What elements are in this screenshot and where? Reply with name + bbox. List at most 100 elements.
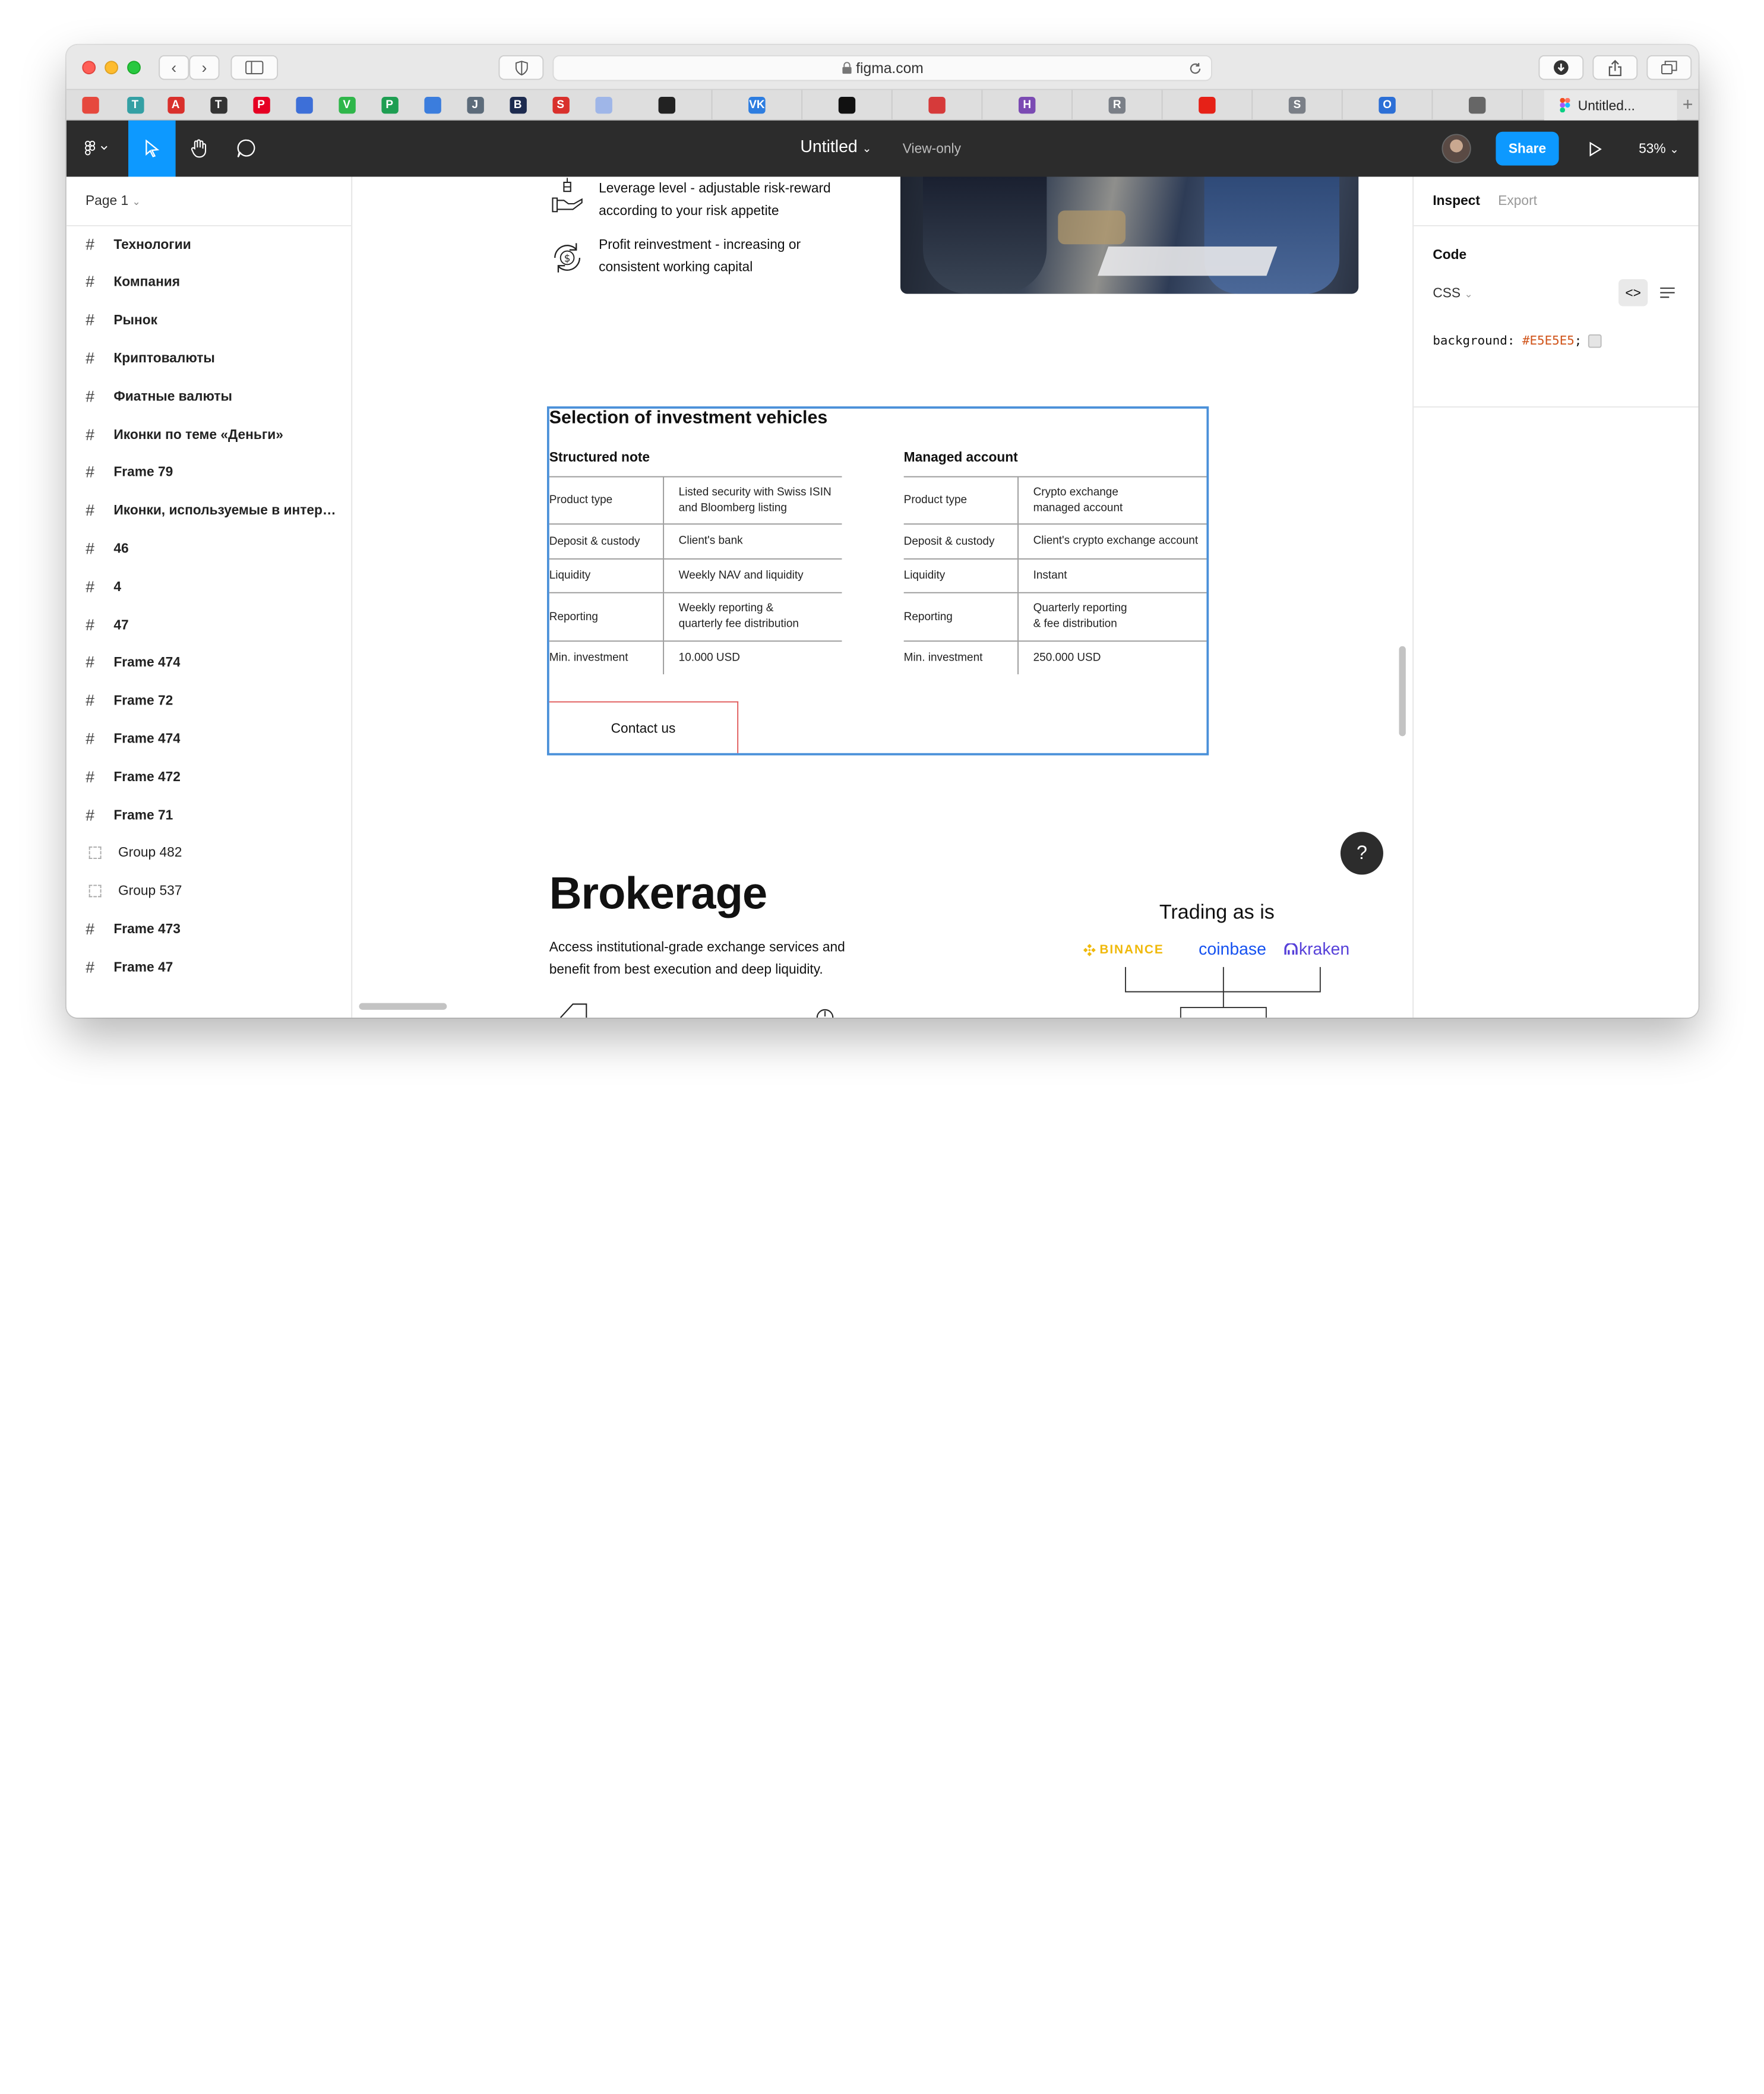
comment-tool-button[interactable] bbox=[223, 121, 270, 177]
move-tool-button[interactable] bbox=[128, 120, 176, 177]
file-title[interactable]: Untitled ⌄ bbox=[800, 137, 871, 156]
new-tab-button[interactable]: + bbox=[1677, 90, 1699, 121]
tab-inspect[interactable]: Inspect bbox=[1433, 192, 1480, 209]
main-menu-button[interactable] bbox=[67, 121, 128, 177]
layer-item[interactable]: # Иконки, используемые в интерф... bbox=[67, 491, 352, 529]
favorite-item[interactable] bbox=[78, 90, 103, 121]
help-button[interactable]: ? bbox=[1340, 832, 1383, 875]
back-button[interactable]: ‹ bbox=[159, 55, 189, 80]
favorite-item[interactable]: S bbox=[1253, 90, 1343, 121]
favorite-item[interactable] bbox=[420, 90, 445, 121]
trading-title: Trading as is bbox=[1159, 901, 1275, 923]
favorite-item[interactable]: J bbox=[463, 90, 488, 121]
layer-item[interactable]: # Frame 474 bbox=[67, 644, 352, 681]
layer-item[interactable]: # Frame 47 bbox=[67, 948, 352, 986]
layer-label: Frame 79 bbox=[113, 464, 173, 480]
tab-export[interactable]: Export bbox=[1498, 192, 1537, 209]
layer-item[interactable]: # Криптовалюты bbox=[67, 339, 352, 377]
address-bar[interactable]: figma.com bbox=[552, 55, 1212, 81]
layer-label: Frame 71 bbox=[113, 806, 173, 823]
layer-label: Фиатные валюты bbox=[113, 388, 232, 404]
favorite-item[interactable]: A bbox=[163, 90, 188, 121]
layer-item[interactable]: # Frame 72 bbox=[67, 682, 352, 719]
hand-tool-button[interactable] bbox=[176, 121, 223, 177]
favorite-item[interactable]: T bbox=[123, 90, 148, 121]
layer-item[interactable]: # Иконки по теме «Деньги» bbox=[67, 415, 352, 453]
layer-item[interactable]: # Frame 79 bbox=[67, 453, 352, 491]
favorite-item[interactable] bbox=[292, 90, 317, 121]
favorite-item[interactable]: P bbox=[377, 90, 402, 121]
layer-label: Иконки, используемые в интерф... bbox=[113, 502, 342, 518]
chrome-multicolor-icon bbox=[81, 96, 99, 114]
favorite-item[interactable] bbox=[591, 90, 616, 121]
chevron-down-icon: ⌄ bbox=[862, 143, 872, 156]
chevron-down-icon: ⌄ bbox=[1464, 288, 1473, 300]
present-button[interactable] bbox=[1571, 121, 1618, 177]
chevron-left-icon: ‹ bbox=[171, 58, 177, 77]
user-avatar[interactable] bbox=[1441, 134, 1471, 163]
privacy-shield-button[interactable] bbox=[498, 55, 544, 80]
value-line: Client's crypto exchange account bbox=[1033, 535, 1199, 547]
favorite-item[interactable] bbox=[1433, 90, 1523, 121]
selection-title: Selection of investment vehicles bbox=[549, 408, 828, 428]
favorite-item[interactable] bbox=[893, 90, 983, 121]
favorite-item[interactable]: O bbox=[1343, 90, 1433, 121]
layer-item[interactable]: # Фиатные валюты bbox=[67, 377, 352, 415]
favorite-item[interactable]: P bbox=[249, 90, 274, 121]
favorite-item[interactable]: VK bbox=[713, 90, 803, 121]
zoom-window-button[interactable] bbox=[127, 61, 141, 75]
layer-item[interactable]: # Компания bbox=[67, 263, 352, 301]
layer-item[interactable]: #46 bbox=[67, 529, 352, 567]
design-canvas[interactable]: Leverage level - adjustable risk-reward … bbox=[352, 176, 1413, 1018]
active-browser-tab[interactable]: Untitled... bbox=[1544, 90, 1677, 121]
code-section-title: Code bbox=[1433, 247, 1467, 263]
value-line: Weekly reporting & bbox=[678, 602, 774, 615]
favorite-item[interactable]: V bbox=[334, 90, 359, 121]
list-view-button[interactable] bbox=[1652, 279, 1681, 306]
table-row: Deposit & custody Client's bank bbox=[549, 523, 842, 558]
favorite-item[interactable] bbox=[622, 90, 713, 121]
share-sheet-button[interactable] bbox=[1592, 55, 1638, 80]
layer-item[interactable]: # Рынок bbox=[67, 301, 352, 339]
favorite-item[interactable] bbox=[802, 90, 893, 121]
layer-item[interactable]: # Frame 472 bbox=[67, 758, 352, 795]
favorite-item[interactable]: R bbox=[1073, 90, 1163, 121]
contact-us-button[interactable]: Contact us bbox=[549, 701, 739, 753]
forward-button[interactable]: › bbox=[189, 55, 220, 80]
layer-item[interactable]: # Frame 473 bbox=[67, 910, 352, 947]
b-icon: B bbox=[509, 96, 526, 114]
frame-icon: # bbox=[86, 653, 94, 671]
layer-item[interactable]: # Frame 474 bbox=[67, 720, 352, 757]
favorite-item[interactable] bbox=[1163, 90, 1253, 121]
vertical-scrollbar[interactable] bbox=[1399, 646, 1406, 737]
favorite-item[interactable]: T bbox=[206, 90, 231, 121]
zoom-dropdown[interactable]: 53% ⌄ bbox=[1639, 141, 1679, 157]
layer-item[interactable]: Group 482 bbox=[67, 834, 352, 871]
sidebar-toggle-button[interactable] bbox=[230, 55, 279, 80]
share-button[interactable]: Share bbox=[1496, 131, 1559, 166]
favorite-item[interactable]: S bbox=[548, 90, 573, 121]
value-line: Crypto exchange bbox=[1033, 485, 1118, 498]
layer-item[interactable]: #47 bbox=[67, 606, 352, 643]
tab-overview-button[interactable] bbox=[1646, 55, 1692, 80]
close-window-button[interactable] bbox=[82, 61, 96, 75]
layer-item[interactable]: Group 537 bbox=[67, 872, 352, 909]
code-brackets-icon: <> bbox=[1625, 285, 1641, 301]
o-blue-icon: O bbox=[1379, 96, 1396, 114]
layer-item[interactable]: # Технологии bbox=[67, 225, 352, 263]
minimize-window-button[interactable] bbox=[105, 61, 118, 75]
favorite-item[interactable]: H bbox=[982, 90, 1073, 121]
favorite-item[interactable]: B bbox=[505, 90, 530, 121]
code-language-dropdown[interactable]: CSS ⌄ bbox=[1433, 285, 1472, 301]
reload-icon[interactable] bbox=[1188, 61, 1202, 75]
row-value: Quarterly reporting & fee distribution bbox=[1019, 593, 1206, 641]
structured-note-heading: Structured note bbox=[549, 449, 650, 465]
page-selector[interactable]: Page 1 ⌄ bbox=[86, 192, 141, 209]
layer-label: Криптовалюты bbox=[113, 350, 215, 366]
layer-item[interactable]: # Frame 71 bbox=[67, 796, 352, 833]
downloads-button[interactable] bbox=[1538, 55, 1584, 80]
figma-toolbar: Untitled ⌄ View-only Share 53% ⌄ bbox=[66, 120, 1699, 177]
horizontal-scrollbar[interactable] bbox=[359, 1003, 447, 1010]
layer-item[interactable]: #4 bbox=[67, 567, 352, 605]
code-view-button[interactable]: <> bbox=[1618, 279, 1648, 307]
